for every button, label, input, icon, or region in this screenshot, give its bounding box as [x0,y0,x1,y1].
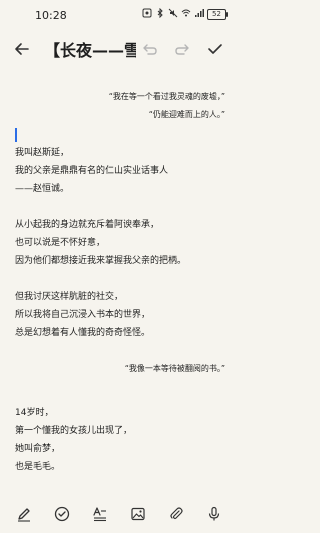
status-icons [142,8,204,18]
text-format-icon [93,507,106,522]
wifi-icon [181,9,191,17]
battery-icon: 52 [207,9,228,20]
status-bar: 10:28 52 [0,0,240,34]
checklist-button[interactable] [52,504,72,524]
back-button[interactable] [12,39,32,59]
handwriting-button[interactable] [14,504,34,524]
quote-line: “我像一本等待被翻阅的书。” [124,364,225,373]
bluetooth-icon [157,8,163,18]
paragraph-line: 因为他们都想接近我来掌握我父亲的把柄。 [15,256,187,266]
microphone-icon [208,506,220,521]
paragraph-line: 第一个懂我的女孩儿出现了， [15,426,133,436]
paragraph-line: 从小起我的身边就充斥着阿谀奉承， [15,220,160,230]
paragraph-line: 也可以说是不怀好意， [15,238,106,248]
quote-line: “我在等一个看过我灵魂的废墟，” [108,92,225,101]
note-title[interactable]: 【长夜——雪... [44,37,136,61]
pen-icon [18,508,30,522]
paragraph-line: 也是毛毛。 [15,462,61,472]
paragraph-line: 总是幻想着有人懂我的奇奇怪怪。 [15,328,151,338]
check-circle-icon [54,506,70,522]
paragraph-line: 但我讨厌这样肮脏的社交， [15,292,124,302]
paragraph-line: 所以我将自己沉浸入书本的世界， [15,310,151,320]
image-icon [131,507,145,521]
text-style-button[interactable] [90,504,110,524]
arrow-left-icon [15,43,29,55]
mute-icon [168,8,178,18]
paragraph-line: 14岁时， [15,408,54,418]
format-toolbar [0,496,240,533]
redo-icon [175,44,189,55]
redo-button[interactable] [172,39,192,59]
confirm-button[interactable] [205,39,225,59]
status-time: 10:28 [35,9,67,22]
check-icon [208,44,222,54]
paragraph-line: 我的父亲是鼎鼎有名的仁山实业话事人 [15,166,169,176]
undo-icon [143,44,157,55]
signal-icon [195,9,204,17]
note-editor[interactable]: “我在等一个看过我灵魂的废墟，” “仍能迎难而上的人。” 我叫赵斯延， 我的父亲… [15,88,225,476]
quote-line: “仍能迎难而上的人。” [148,110,225,119]
text-cursor [15,128,17,142]
paragraph-line: 我叫赵斯延， [15,148,70,158]
paperclip-icon [170,507,183,520]
attachment-button[interactable] [166,504,186,524]
voice-input-button[interactable] [204,504,224,524]
paragraph-line: 她叫俞梦， [15,444,61,454]
paragraph-line: ——赵恒诚。 [15,184,70,194]
insert-image-button[interactable] [128,504,148,524]
notification-icon [142,8,152,18]
undo-button[interactable] [140,39,160,59]
